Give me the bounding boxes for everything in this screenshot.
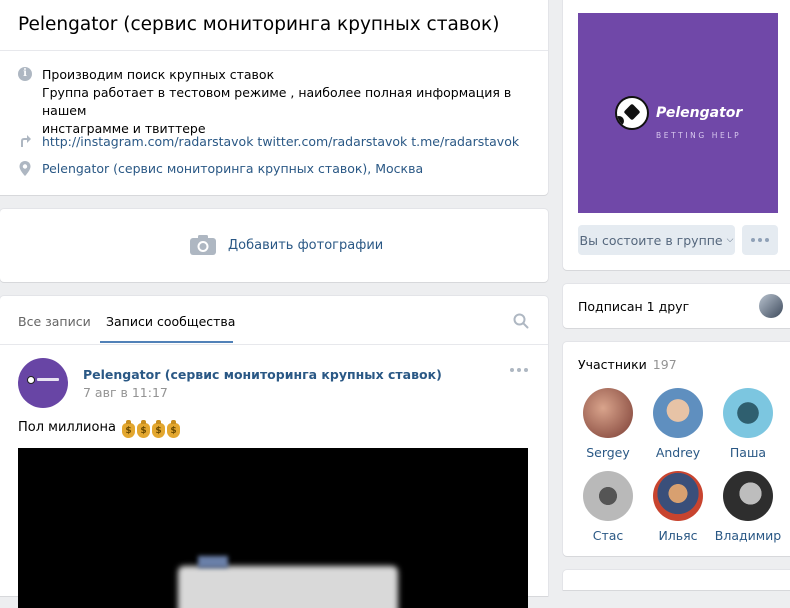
group-info-card: Pelengator (сервис мониторинга крупных с… <box>0 0 548 195</box>
next-sidebar-card <box>563 570 790 590</box>
description-row: i Производим поиск крупных ставок Группа… <box>18 66 538 138</box>
group-cover-card: Pelengator BETTING HELP Вы состоите в гр… <box>563 0 790 270</box>
friend-avatar[interactable] <box>759 294 783 318</box>
post-more-icon[interactable] <box>510 368 530 376</box>
description-line: Группа работает в тестовом режиме , наиб… <box>42 85 512 118</box>
website-links[interactable]: http://instagram.com/radarstavok twitter… <box>42 134 519 149</box>
address-row: Pelengator (сервис мониторинга крупных с… <box>18 160 538 178</box>
cover-logo-subtitle: BETTING HELP <box>656 131 742 140</box>
tab-all-posts[interactable]: Все записи <box>18 314 91 329</box>
chevron-down-icon: ⌵ <box>726 235 734 245</box>
membership-label: Вы состоите в группе <box>579 232 723 248</box>
member-item[interactable]: Паша <box>713 388 783 460</box>
more-actions-button[interactable] <box>742 225 778 255</box>
wall-tabs: Все записи Записи сообщества <box>0 296 548 345</box>
member-avatar <box>723 388 773 438</box>
tab-community-posts[interactable]: Записи сообщества <box>106 314 235 329</box>
members-count: 197 <box>652 357 677 372</box>
member-avatar <box>723 471 773 521</box>
logo-text-mark <box>37 378 59 381</box>
post-date[interactable]: 7 авг в 11:17 <box>83 385 168 400</box>
member-name: Владимир <box>714 528 782 543</box>
member-item[interactable]: Владимир <box>713 471 783 543</box>
member-avatar <box>583 388 633 438</box>
link-arrow-icon <box>21 135 31 147</box>
group-cover-image[interactable]: Pelengator BETTING HELP <box>578 13 778 213</box>
member-name: Sergey <box>586 445 630 460</box>
cover-logo-name: Pelengator <box>656 105 743 121</box>
membership-button[interactable]: Вы состоите в группе ⌵ <box>578 225 735 255</box>
member-item[interactable]: Ильяс <box>643 471 713 543</box>
ball-icon <box>27 376 35 384</box>
group-title: Pelengator (сервис мониторинга крупных с… <box>18 14 500 35</box>
money-bag-icon: $ <box>167 420 181 438</box>
member-name: Паша <box>729 445 767 460</box>
post-text: Пол миллиона $ $ $ $ <box>18 420 181 438</box>
post-author-name[interactable]: Pelengator (сервис мониторинга крупных с… <box>83 367 442 382</box>
member-avatar <box>653 388 703 438</box>
money-bag-icon: $ <box>122 420 136 438</box>
member-name: Andrey <box>655 445 701 460</box>
member-item[interactable]: Стас <box>573 471 643 543</box>
members-title: Участники <box>578 357 647 372</box>
friends-card[interactable]: Подписан 1 друг <box>563 284 790 328</box>
member-avatar <box>583 471 633 521</box>
friends-subscribed-text: Подписан 1 друг <box>578 299 690 314</box>
info-icon: i <box>18 67 32 81</box>
member-item[interactable]: Sergey <box>573 388 643 460</box>
member-name: Ильяс <box>658 528 698 543</box>
links-row: http://instagram.com/radarstavok twitter… <box>18 133 538 151</box>
members-card: Участники 197 Sergey Andrey Паша Стас Иль… <box>563 342 790 556</box>
money-bag-icon: $ <box>152 420 166 438</box>
post-author-avatar[interactable] <box>18 358 68 408</box>
wall-card: Все записи Записи сообщества Pelengator … <box>0 296 548 608</box>
address-link[interactable]: Pelengator (сервис мониторинга крупных с… <box>42 161 423 176</box>
post-text-content: Пол миллиона <box>18 420 116 435</box>
members-header[interactable]: Участники 197 <box>578 357 677 372</box>
add-photos-label: Добавить фотографии <box>228 237 384 253</box>
add-photos-card: Добавить фотографии <box>0 209 548 282</box>
description-line: Производим поиск крупных ставок <box>42 67 275 82</box>
member-name: Стас <box>592 528 624 543</box>
money-bag-icon: $ <box>137 420 151 438</box>
camera-icon <box>190 235 216 255</box>
divider <box>0 50 548 51</box>
location-pin-icon <box>19 161 31 176</box>
search-icon[interactable] <box>513 313 529 329</box>
soccer-ball-icon <box>615 96 649 130</box>
post-video[interactable] <box>18 448 528 608</box>
member-avatar <box>653 471 703 521</box>
member-item[interactable]: Andrey <box>643 388 713 460</box>
add-photos-button[interactable]: Добавить фотографии <box>190 235 383 255</box>
active-tab-underline <box>100 341 233 343</box>
